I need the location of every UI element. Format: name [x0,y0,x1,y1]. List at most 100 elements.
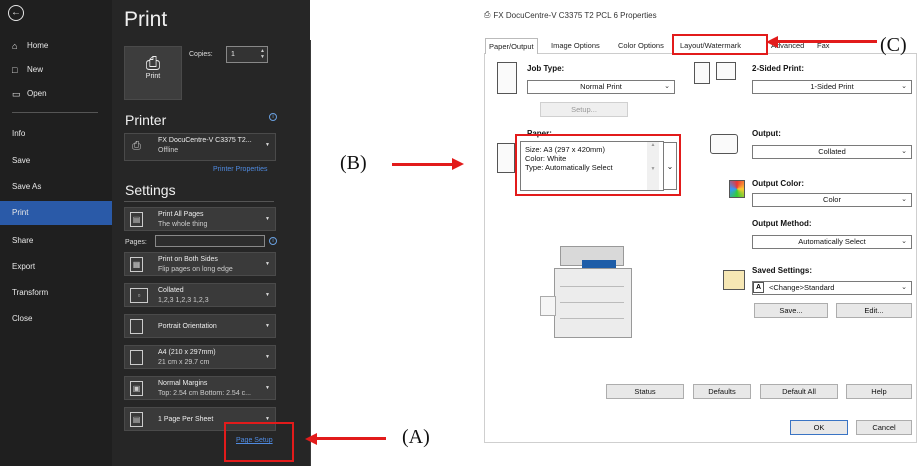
sidebar-item-share[interactable]: Share [0,229,112,253]
cancel-button[interactable]: Cancel [856,420,912,435]
chevron-down-icon: ⌄ [901,284,907,291]
default-all-button[interactable]: Default All [760,384,838,399]
arrow-right-icon [452,158,464,170]
annotation-label-c: (C) [880,34,907,56]
dialog-title: FX DocuCentre-V C3375 T2 PCL 6 Propertie… [493,10,657,20]
pages-label: Pages: [125,239,147,246]
sidebar-item-info[interactable]: Info [0,122,112,146]
print-button[interactable]: ⎙ Print [124,46,182,100]
setting-line1: Portrait Orientation [158,323,217,330]
collation-select[interactable]: ▫ Collated 1,2,3 1,2,3 1,2,3 ▼ [124,283,276,307]
margins-icon: ▣ [130,381,143,396]
sidebar-item-label: Close [12,314,33,323]
sidebar-item-print[interactable]: Print [0,201,112,225]
setup-button[interactable]: Setup... [540,102,628,117]
status-button[interactable]: Status [606,384,684,399]
paper-size-select[interactable]: A4 (210 x 297mm) 21 cm x 29.7 cm ▼ [124,345,276,369]
setting-line1: Collated [158,287,184,294]
color-palette-icon [729,180,745,198]
annotation-box-a [224,422,294,462]
output-method-label: Output Method: [752,219,812,228]
annotation-arrow-b [392,163,452,166]
job-type-label: Job Type: [527,64,565,73]
chevron-down-icon: ▼ [265,216,270,222]
output-method-select[interactable]: Automatically Select ⌄ [752,235,912,249]
annotation-label-b: (B) [340,152,367,174]
defaults-button[interactable]: Defaults [693,384,751,399]
chevron-down-icon: ▼ [265,354,270,360]
two-sided-label: 2-Sided Print: [752,64,805,73]
margins-select[interactable]: ▣ Normal Margins Top: 2.54 cm Bottom: 2.… [124,376,276,400]
duplex-select[interactable]: ▦ Print on Both Sides Flip pages on long… [124,252,276,276]
output-color-select[interactable]: Color ⌄ [752,193,912,207]
sidebar-item-label: Share [12,236,34,245]
sidebar-item-close[interactable]: Close [0,307,112,331]
printer-section-title: Printer [125,112,167,128]
output-select[interactable]: Collated ⌄ [752,145,912,159]
chevron-down-icon: ▼ [265,323,270,329]
back-arrow-icon[interactable]: ← [8,5,24,21]
pages-input[interactable] [155,235,265,247]
sidebar-divider [12,112,98,113]
two-sided-select[interactable]: 1-Sided Print ⌄ [752,80,912,94]
sidebar-item-transform[interactable]: Transform [0,281,112,305]
setting-line1: 1 Page Per Sheet [158,416,214,423]
sidebar-item-save[interactable]: Save [0,149,112,173]
panel-divider [310,40,311,466]
sidebar-item-label: Info [12,129,26,138]
setting-line1: Normal Margins [158,380,208,387]
paper-icon [497,143,515,173]
sidebar-item-export[interactable]: Export [0,255,112,279]
printer-small-icon: ⎙ [484,10,491,19]
output-color-label: Output Color: [752,179,804,188]
sidebar-item-label: Export [12,262,36,271]
sidebar-item-new[interactable]: □ New [0,58,112,82]
setting-line1: Print All Pages [158,211,204,218]
output-value: Collated [818,147,846,156]
chevron-down-icon: ⌄ [901,83,907,90]
sidebar-item-save-as[interactable]: Save As [0,175,112,199]
info-icon[interactable]: i [269,113,277,121]
page-title: Print [124,8,168,31]
annotation-box-c [672,34,768,55]
copies-stepper[interactable]: 1 ▲ ▼ [226,46,268,63]
help-button[interactable]: Help [846,384,912,399]
sidebar-item-open[interactable]: ▭ Open [0,82,112,106]
copies-value: 1 [231,51,235,58]
printer-icon: ⎙ [145,53,161,73]
print-range-select[interactable]: ▤ Print All Pages The whole thing ▼ [124,207,276,231]
chevron-down-icon: ⌄ [901,148,907,155]
section-divider [124,201,274,202]
print-button-label: Print [145,73,161,80]
tab-color-options[interactable]: Color Options [615,38,667,54]
saved-settings-select[interactable]: <Change>Standard ⌄ [752,281,912,295]
chevron-down-icon: ▼ [265,261,270,267]
ok-button[interactable]: OK [790,420,848,435]
spinner-arrows-icon[interactable]: ▲ ▼ [260,48,265,60]
saved-settings-value: <Change>Standard [769,283,835,292]
output-stack-icon [710,134,738,154]
chevron-down-icon: ⌄ [664,83,670,90]
duplex-icon: ▦ [130,257,143,272]
orientation-select[interactable]: Portrait Orientation ▼ [124,314,276,338]
chevron-down-icon: ⌄ [901,196,907,203]
duplex-page-icon-2 [716,62,736,80]
printer-status: Offline [158,147,179,154]
portrait-page-icon [130,319,143,334]
page-size-icon [130,350,143,365]
annotation-arrow-c [777,40,877,43]
save-button[interactable]: Save... [754,303,828,318]
sidebar-item-home[interactable]: ⌂ Home [0,34,112,58]
folder-icon: ▭ [12,89,21,99]
printer-device-icon: ⎙ [132,140,141,152]
edit-button[interactable]: Edit... [836,303,912,318]
info-icon[interactable]: i [269,237,277,245]
tab-image-options[interactable]: Image Options [548,38,603,54]
job-type-select[interactable]: Normal Print ⌄ [527,80,675,94]
printer-select[interactable]: ⎙ FX DocuCentre-V C3375 T2... Offline ▼ [124,133,276,161]
output-method-value: Automatically Select [798,237,866,246]
tab-paper-output[interactable]: Paper/Output [485,38,538,54]
annotation-box-b [515,134,681,196]
printer-properties-link[interactable]: Printer Properties [213,166,267,173]
sidebar-item-label: Save [12,156,31,165]
